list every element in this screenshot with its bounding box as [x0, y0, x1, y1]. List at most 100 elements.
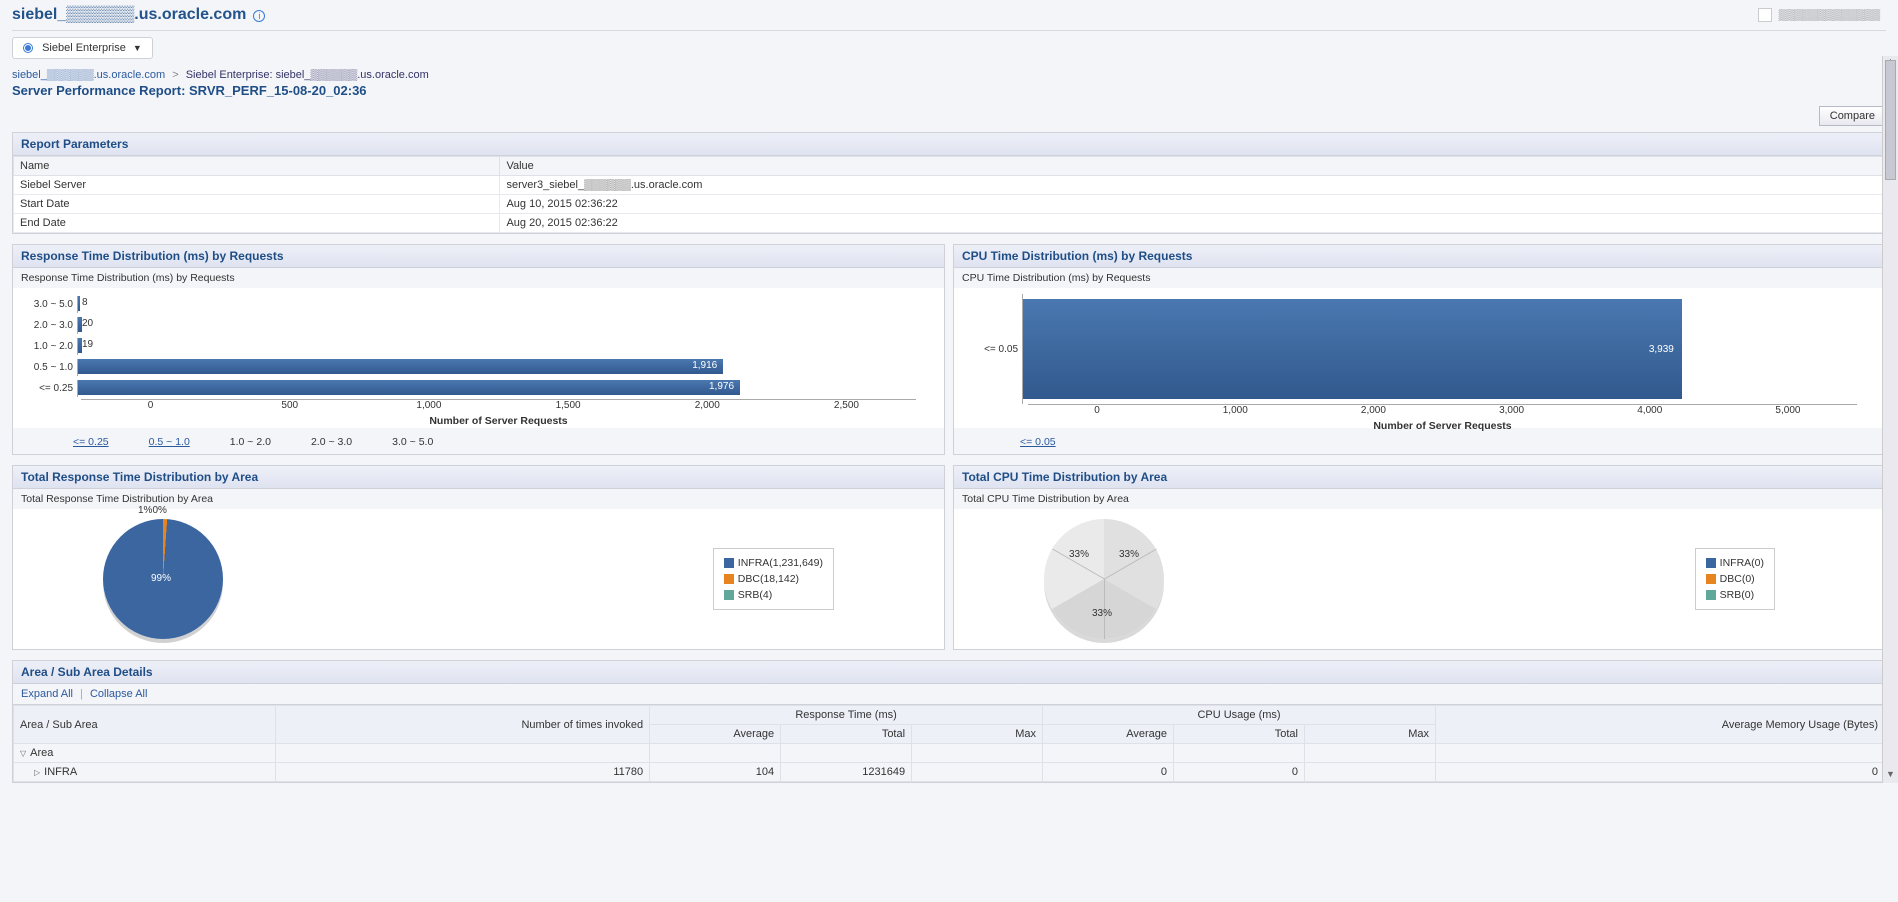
target-selector[interactable]: Siebel Enterprise ▼: [12, 37, 153, 59]
table-row[interactable]: ▽ Area: [14, 744, 1885, 763]
x-tick: 1,500: [499, 400, 638, 411]
collapse-all-button[interactable]: Collapse All: [90, 688, 147, 700]
x-tick: 2,500: [777, 400, 916, 411]
pie-slice-label: 99%: [151, 573, 171, 584]
col-total: Total: [1174, 725, 1305, 744]
compare-button[interactable]: Compare: [1819, 106, 1886, 126]
param-value: Aug 20, 2015 02:36:22: [500, 214, 1885, 233]
details-table: Area / Sub Area Number of times invoked …: [13, 705, 1885, 782]
cell-cpu-max: [1304, 763, 1435, 782]
y-label: 2.0 ~ 3.0: [21, 320, 77, 331]
target-label: Siebel Enterprise: [42, 42, 126, 54]
legend-link[interactable]: 0.5 ~ 1.0: [149, 436, 190, 448]
cell-cpu-total: 0: [1174, 763, 1305, 782]
table-row: Siebel Server server3_siebel_▒▒▒▒▒▒.us.o…: [14, 176, 1885, 195]
chart-caption: Total CPU Time Distribution by Area: [954, 489, 1885, 509]
y-label: <= 0.25: [21, 383, 77, 394]
col-avg: Average: [650, 725, 781, 744]
pie-slice-label: 33%: [1092, 608, 1112, 619]
legend-item: 3.0 ~ 5.0: [392, 436, 433, 448]
section-header-cpu-dist: CPU Time Distribution (ms) by Requests: [954, 245, 1885, 268]
swatch-icon: [724, 558, 734, 568]
param-name: Start Date: [14, 195, 500, 214]
legend-item: DBC(0): [1720, 571, 1755, 587]
vertical-scrollbar[interactable]: ▲ ▼: [1882, 56, 1898, 783]
page-hostname: siebel_▒▒▒▒▒▒.us.oracle.com: [12, 6, 246, 24]
x-tick: 0: [1028, 405, 1166, 416]
breadcrumb-sep: >: [172, 69, 178, 81]
info-icon[interactable]: i: [253, 10, 265, 22]
col-mem: Average Memory Usage (Bytes): [1435, 706, 1884, 744]
section-header-resp-dist: Response Time Distribution (ms) by Reque…: [13, 245, 944, 268]
scroll-thumb[interactable]: [1885, 60, 1896, 180]
pie-chart: 1%0% 99%: [103, 519, 223, 639]
cell-resp-avg: 104: [650, 763, 781, 782]
table-row[interactable]: ▷INFRA 11780 104 1231649 0 0 0: [14, 763, 1885, 782]
page-title: Server Performance Report: SRVR_PERF_15-…: [0, 81, 1898, 106]
swatch-icon: [724, 590, 734, 600]
breadcrumb-current: Siebel Enterprise: siebel_▒▒▒▒▒▒.us.orac…: [186, 69, 429, 81]
section-header-total-resp: Total Response Time Distribution by Area: [13, 466, 944, 489]
bar-value: 1,916: [692, 360, 717, 371]
expand-icon[interactable]: ▷: [34, 768, 40, 777]
pie-chart: 33% 33% 33%: [1044, 519, 1164, 639]
bar-value: 19: [82, 339, 93, 350]
col-group-resp: Response Time (ms): [650, 706, 1043, 725]
x-tick: 3,000: [1443, 405, 1581, 416]
legend-item: INFRA(0): [1720, 555, 1764, 571]
x-tick: 1,000: [359, 400, 498, 411]
swatch-icon: [724, 574, 734, 584]
pie-slice-label: 33%: [1119, 549, 1139, 560]
param-name: End Date: [14, 214, 500, 233]
col-max: Max: [1304, 725, 1435, 744]
swatch-icon: [1706, 574, 1716, 584]
chevron-down-icon: ▼: [133, 43, 142, 53]
total-response-pie: 1%0% 99% INFRA(1,231,649) DBC(18,142) SR…: [13, 509, 944, 649]
row-group-label: Area: [30, 747, 53, 759]
x-tick: 5,000: [1719, 405, 1857, 416]
legend-item: INFRA(1,231,649): [738, 555, 823, 571]
pie-slice-label: 33%: [1069, 549, 1089, 560]
expand-icon[interactable]: ▽: [20, 749, 26, 758]
pie-slice-label: 1%0%: [138, 505, 167, 516]
row-child-label: INFRA: [44, 766, 77, 778]
cpu-time-chart: <= 0.05 3,939 0 1,000 2,000 3,000 4,000 …: [954, 288, 1885, 428]
cell-resp-total: 1231649: [781, 763, 912, 782]
scroll-down-icon[interactable]: ▼: [1883, 769, 1898, 783]
param-value: server3_siebel_▒▒▒▒▒▒.us.oracle.com: [500, 176, 1885, 195]
col-area: Area / Sub Area: [14, 706, 276, 744]
legend-item: 1.0 ~ 2.0: [230, 436, 271, 448]
breadcrumb-root[interactable]: siebel_▒▒▒▒▒▒.us.oracle.com: [12, 69, 165, 81]
section-header-params: Report Parameters: [13, 133, 1885, 156]
param-name: Siebel Server: [14, 176, 500, 195]
expand-all-button[interactable]: Expand All: [21, 688, 73, 700]
swatch-icon: [1706, 590, 1716, 600]
col-group-cpu: CPU Usage (ms): [1043, 706, 1436, 725]
section-header-details: Area / Sub Area Details: [13, 661, 1885, 684]
x-tick: 0: [81, 400, 220, 411]
page-context-link[interactable]: ▒▒▒▒▒▒▒▒▒▒▒▒▒: [1758, 8, 1880, 22]
cell-cpu-avg: 0: [1043, 763, 1174, 782]
bar-value: 20: [82, 318, 93, 329]
param-value: Aug 10, 2015 02:36:22: [500, 195, 1885, 214]
chart-caption: CPU Time Distribution (ms) by Requests: [954, 268, 1885, 288]
legend-link[interactable]: <= 0.05: [1020, 436, 1056, 448]
legend-link[interactable]: <= 0.25: [73, 436, 109, 448]
cell-invoked: 11780: [275, 763, 649, 782]
total-cpu-pie: 33% 33% 33% INFRA(0) DBC(0) SRB(0): [954, 509, 1885, 649]
pie-legend: INFRA(1,231,649) DBC(18,142) SRB(4): [713, 548, 834, 610]
breadcrumb: siebel_▒▒▒▒▒▒.us.oracle.com > Siebel Ent…: [0, 63, 1898, 81]
col-avg: Average: [1043, 725, 1174, 744]
divider: |: [80, 688, 83, 700]
legend-item: 2.0 ~ 3.0: [311, 436, 352, 448]
col-invoked: Number of times invoked: [275, 706, 649, 744]
table-row: End Date Aug 20, 2015 02:36:22: [14, 214, 1885, 233]
x-tick: 2,000: [1304, 405, 1442, 416]
chart-caption: Response Time Distribution (ms) by Reque…: [13, 268, 944, 288]
params-col-value: Value: [500, 157, 1885, 176]
response-time-chart: 3.0 ~ 5.08 2.0 ~ 3.020 1.0 ~ 2.019 0.5 ~…: [13, 288, 944, 428]
x-tick: 4,000: [1581, 405, 1719, 416]
cell-resp-max: [912, 763, 1043, 782]
swatch-icon: [1706, 558, 1716, 568]
params-col-name: Name: [14, 157, 500, 176]
